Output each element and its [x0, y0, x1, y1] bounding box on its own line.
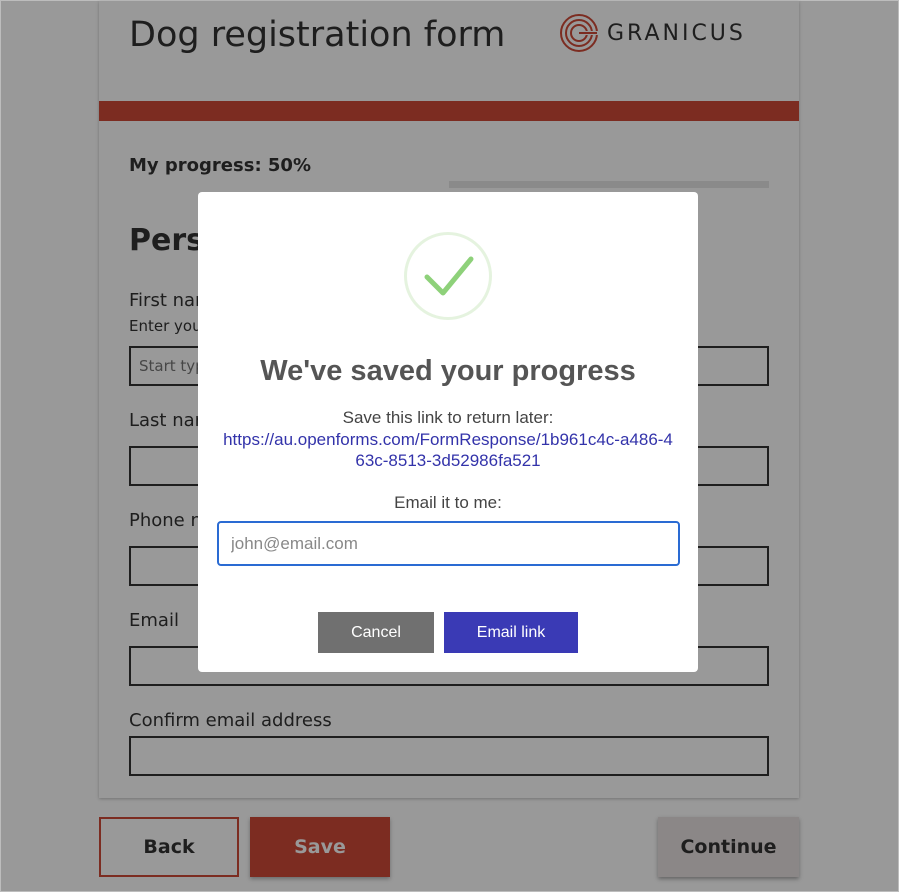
cancel-button[interactable]: Cancel — [318, 612, 434, 653]
checkmark-icon — [424, 256, 474, 296]
save-progress-dialog: We've saved your progress Save this link… — [198, 192, 698, 672]
save-link-text: Save this link to return later: — [342, 408, 554, 427]
resume-link[interactable]: https://au.openforms.com/FormResponse/1b… — [220, 429, 676, 471]
email-it-label: Email it to me: — [394, 493, 502, 512]
dialog-title: We've saved your progress — [260, 355, 636, 387]
email-address-input[interactable] — [217, 521, 680, 566]
email-link-button[interactable]: Email link — [444, 612, 578, 653]
success-badge — [404, 232, 492, 320]
